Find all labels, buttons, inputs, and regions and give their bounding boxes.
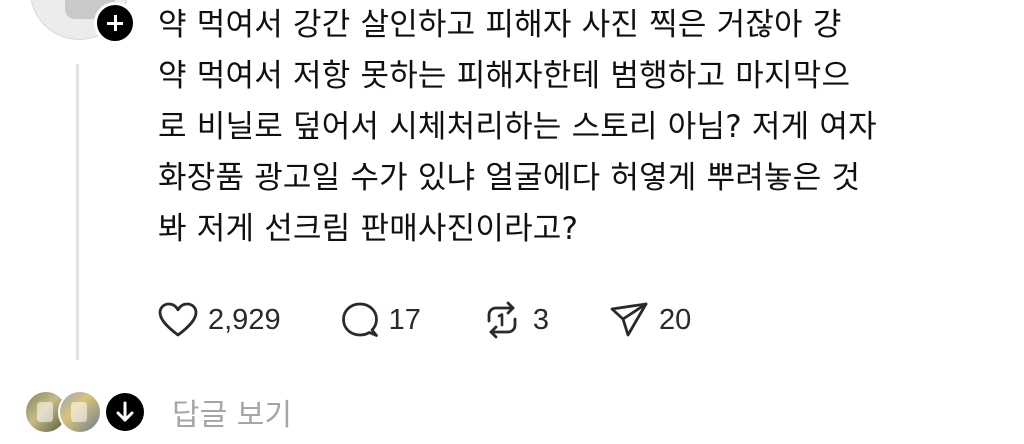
- follow-button[interactable]: [94, 2, 136, 44]
- action-bar: 2,929 17 3 20: [158, 296, 751, 344]
- heart-icon: [158, 302, 198, 337]
- comment-count: 17: [388, 303, 421, 336]
- arrow-down-icon: [116, 401, 134, 422]
- repost-count: 3: [532, 303, 549, 336]
- post-text: 약 먹여서 강간 살인하고 피해자 사진 찍은 거잖아 걍 약 먹여서 저항 못…: [158, 7, 877, 247]
- share-count: 20: [658, 303, 692, 336]
- like-count: 2,929: [208, 303, 281, 336]
- thread-line: [76, 64, 79, 360]
- repost-button[interactable]: 3: [481, 301, 549, 339]
- comment-button[interactable]: 17: [341, 301, 421, 339]
- like-button[interactable]: 2,929: [158, 302, 281, 338]
- speech-bubble-icon: [341, 302, 378, 337]
- reply-avatar: [58, 390, 102, 434]
- view-replies[interactable]: 답글 보기: [24, 390, 292, 434]
- send-icon: [610, 302, 648, 337]
- view-replies-label[interactable]: 답글 보기: [172, 390, 292, 434]
- expand-replies-button[interactable]: [106, 393, 144, 431]
- repost-icon: [487, 301, 517, 339]
- share-button[interactable]: 20: [609, 301, 691, 339]
